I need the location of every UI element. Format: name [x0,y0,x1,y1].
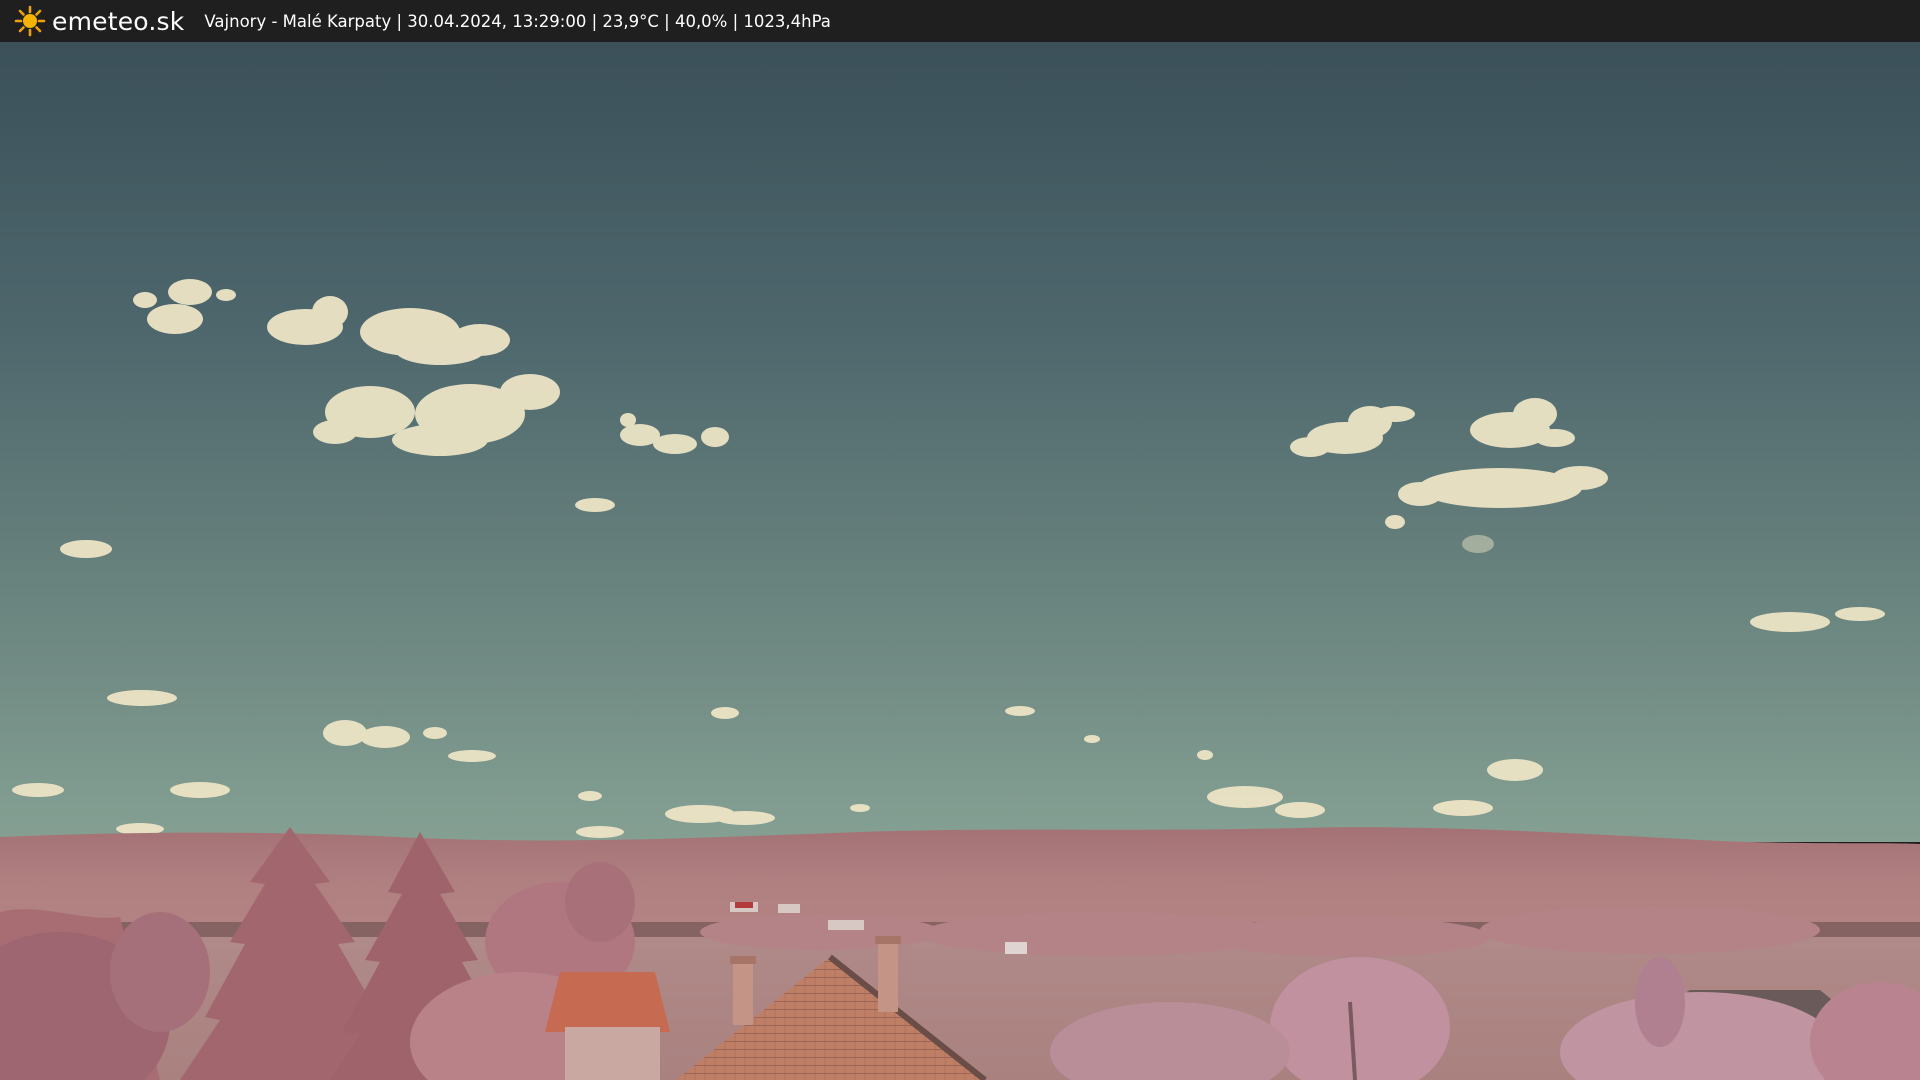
webcam-image [0,42,1920,1080]
logo: emeteo.sk [14,5,184,37]
caption-bar: emeteo.sk Vajnory - Malé Karpaty | 30.04… [0,0,1920,42]
webcam-frame: emeteo.sk Vajnory - Malé Karpaty | 30.04… [0,0,1920,1080]
sky [0,42,1920,842]
sun-icon [14,5,46,37]
brand-name: emeteo.sk [52,6,185,36]
weather-caption: Vajnory - Malé Karpaty | 30.04.2024, 13:… [204,11,831,31]
